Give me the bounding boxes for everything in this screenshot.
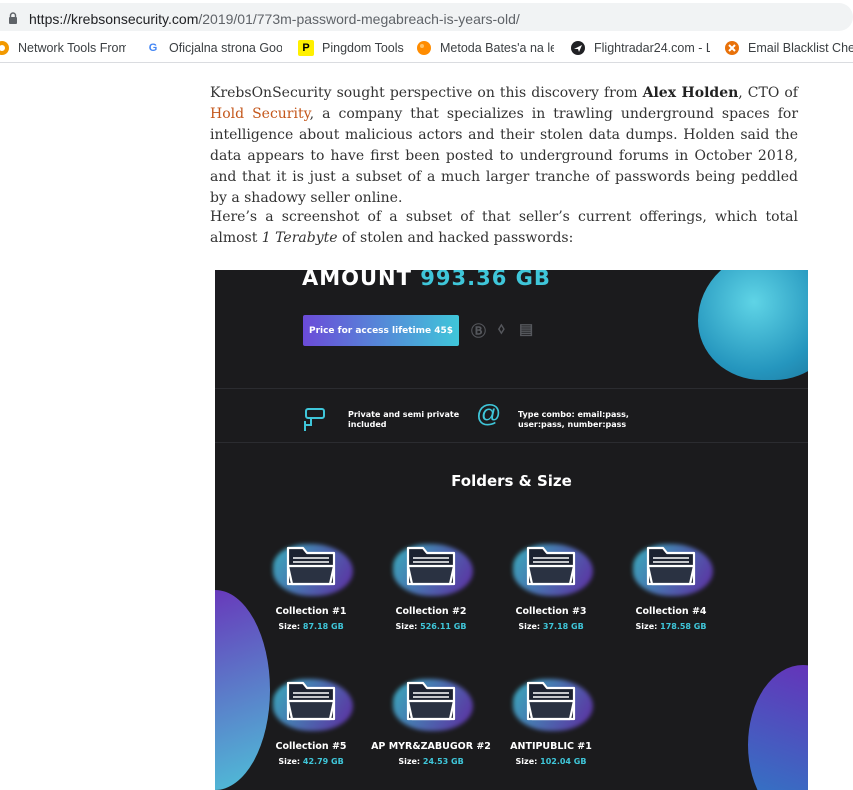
bookmark-pingdom[interactable]: P Pingdom Tools <box>298 39 408 57</box>
bookmark-label: Oficjalna strona Goo <box>169 41 282 55</box>
article-paragraph-2: Here’s a screenshot of a subset of that … <box>210 207 798 249</box>
camera-icon <box>303 405 329 440</box>
size-label: Size: <box>515 757 538 766</box>
flightradar-icon <box>570 40 586 56</box>
address-bar: https://krebsonsecurity.com/2019/01/773m… <box>0 0 853 33</box>
folder-size: Size: 102.04 GB <box>491 757 611 766</box>
size-label: Size: <box>278 757 301 766</box>
size-value: 102.04 GB <box>540 757 587 766</box>
omnibox[interactable]: https://krebsonsecurity.com/2019/01/773m… <box>0 3 853 31</box>
folder-tile: ANTIPUBLIC #1 Size: 102.04 GB <box>491 673 611 773</box>
ethereum-icon: ⬨ <box>498 320 505 337</box>
folder-tile: Collection #2 Size: 526.11 GB <box>371 538 491 638</box>
bookmark-google[interactable]: G Oficjalna strona Goo <box>145 39 282 57</box>
folder-name: Collection #5 <box>275 741 347 752</box>
folder-size: Size: 526.11 GB <box>371 622 491 631</box>
paragraph-text: , CTO of <box>738 85 798 101</box>
bookmark-label: Pingdom Tools <box>322 41 404 55</box>
bookmark-flightradar[interactable]: Flightradar24.com - L <box>570 39 710 57</box>
folder-tile: AP MYR&ZABUGOR #2 Size: 24.53 GB <box>371 673 491 773</box>
amount-value: 993.36 GB <box>420 270 551 290</box>
size-value: 42.79 GB <box>302 757 344 766</box>
size-value: 24.53 GB <box>422 757 464 766</box>
tools-icon <box>0 40 10 56</box>
folder-size: Size: 42.79 GB <box>251 757 371 766</box>
folder-name: ANTIPUBLIC #1 <box>510 741 592 752</box>
google-icon: G <box>148 42 158 54</box>
decorative-blob <box>698 270 808 380</box>
bookmark-label: Email Blacklist Chec <box>748 41 853 55</box>
folder-icon <box>406 546 456 586</box>
bookmark-label: Flightradar24.com - L <box>594 41 710 55</box>
emphasis-text: 1 Terabyte <box>261 230 338 246</box>
bookmark-label: Metoda Bates'a na le <box>440 41 554 55</box>
folder-name: Collection #1 <box>275 606 347 617</box>
mxtoolbox-icon <box>724 40 740 56</box>
person-name: Alex Holden <box>642 85 739 101</box>
size-value: 178.58 GB <box>660 622 707 631</box>
url-text[interactable]: https://krebsonsecurity.com/2019/01/773m… <box>29 11 520 27</box>
size-value: 526.11 GB <box>420 622 467 631</box>
paragraph-text: of stolen and hacked passwords: <box>337 230 574 246</box>
bookmark-network-tools[interactable]: Network Tools From I <box>0 39 126 57</box>
url-host: https://krebsonsecurity.com <box>29 11 199 27</box>
bookmark-email-blacklist[interactable]: Email Blacklist Chec <box>724 39 853 57</box>
size-value: 37.18 GB <box>542 622 584 631</box>
bookmark-label: Network Tools From I <box>18 41 126 55</box>
folder-icon <box>286 546 336 586</box>
folder-size: Size: 24.53 GB <box>371 757 491 766</box>
url-path: /2019/01/773m-password-megabreach-is-yea… <box>198 11 520 27</box>
at-sign-icon: @ <box>476 400 502 428</box>
folder-name: Collection #4 <box>635 606 707 617</box>
amount-heading: AMOUNT 993.36 GB <box>302 270 551 290</box>
folder-tile: Collection #1 Size: 87.18 GB <box>251 538 371 638</box>
folder-icon <box>526 681 576 721</box>
folder-name: Collection #2 <box>395 606 467 617</box>
folder-tile: Collection #5 Size: 42.79 GB <box>251 673 371 773</box>
price-button: Price for access lifetime 45$ <box>303 315 459 346</box>
folder-name: AP MYR&ZABUGOR #2 <box>371 741 491 752</box>
folder-tile: Collection #3 Size: 37.18 GB <box>491 538 611 638</box>
folder-size: Size: 37.18 GB <box>491 622 611 631</box>
folder-tile: Collection #4 Size: 178.58 GB <box>611 538 731 638</box>
article-paragraph-1: KrebsOnSecurity sought perspective on th… <box>210 83 798 209</box>
divider <box>215 388 808 389</box>
orange-icon <box>416 40 432 56</box>
feature-private: Private and semi private included <box>348 410 460 429</box>
feature-combo: Type combo: email:pass, user:pass, numbe… <box>518 410 629 429</box>
divider <box>215 442 808 443</box>
card-icon: ▤ <box>519 321 534 338</box>
size-label: Size: <box>518 622 541 631</box>
hold-security-link[interactable]: Hold Security <box>210 106 310 122</box>
folder-icon <box>406 681 456 721</box>
pingdom-icon: P <box>298 40 314 56</box>
decorative-blob <box>748 665 808 790</box>
folder-icon <box>286 681 336 721</box>
size-value: 87.18 GB <box>302 622 344 631</box>
folders-title: Folders & Size <box>451 472 572 490</box>
folder-icon <box>526 546 576 586</box>
folder-icon <box>646 546 696 586</box>
offering-screenshot[interactable]: AMOUNT 993.36 GB Price for access lifeti… <box>215 270 808 790</box>
size-label: Size: <box>635 622 658 631</box>
folder-name: Collection #3 <box>515 606 587 617</box>
folder-size: Size: 178.58 GB <box>611 622 731 631</box>
size-label: Size: <box>398 757 421 766</box>
size-label: Size: <box>395 622 418 631</box>
lock-icon[interactable] <box>8 12 18 24</box>
bookmarks-bar: Network Tools From I G Oficjalna strona … <box>0 33 853 63</box>
paragraph-text: KrebsOnSecurity sought perspective on th… <box>210 85 643 101</box>
folder-size: Size: 87.18 GB <box>251 622 371 631</box>
bookmark-metoda[interactable]: Metoda Bates'a na le <box>416 39 554 57</box>
amount-label: AMOUNT <box>302 270 412 290</box>
bitcoin-icon: Ⓑ <box>471 323 487 340</box>
size-label: Size: <box>278 622 301 631</box>
